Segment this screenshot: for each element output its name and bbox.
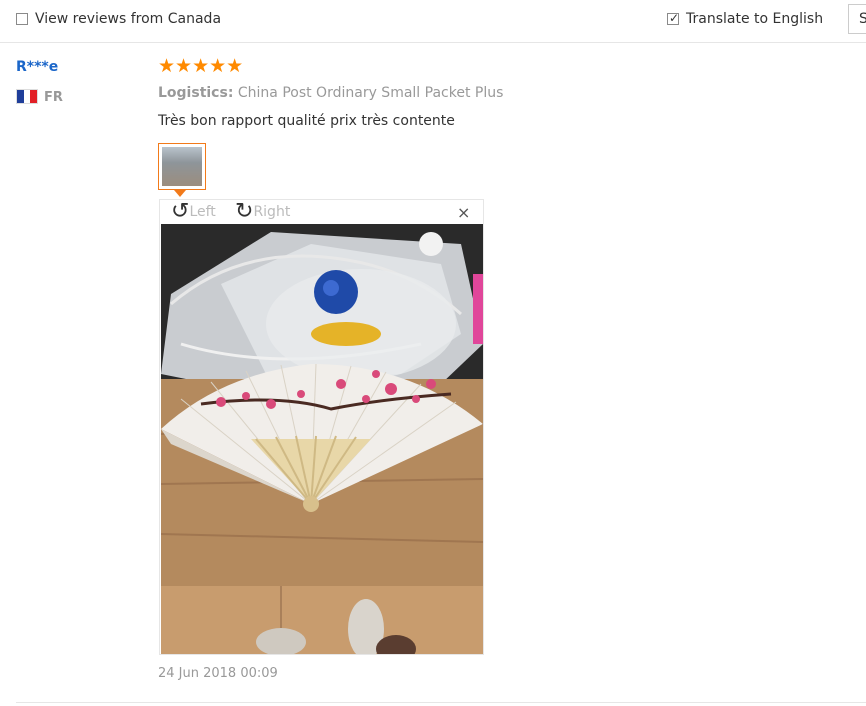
reviewer-country: FR <box>44 90 63 105</box>
thumbnail-image <box>162 147 202 186</box>
flag-stripe-blue <box>17 90 24 103</box>
logistics-info: Logistics: China Post Ordinary Small Pac… <box>158 85 503 101</box>
divider <box>16 702 866 703</box>
checkmark-icon: ✓ <box>668 11 680 25</box>
photo-viewer: ↺ Left ↻ Right × <box>159 199 484 655</box>
rotate-left-label: Left <box>189 204 216 220</box>
reviewer-name[interactable]: R***e <box>16 59 58 75</box>
rotate-right-button[interactable]: ↻ Right <box>235 199 291 224</box>
review-text: Très bon rapport qualité prix très conte… <box>158 113 455 129</box>
view-reviews-label[interactable]: View reviews from Canada <box>35 11 221 27</box>
rotate-left-icon: ↺ <box>171 199 190 224</box>
logistics-label: Logistics: <box>158 85 234 101</box>
sort-dropdown-label: S <box>859 11 866 27</box>
rotate-left-button[interactable]: ↺ Left <box>171 199 216 224</box>
translate-label[interactable]: Translate to English <box>686 11 823 27</box>
close-icon[interactable]: × <box>457 203 470 222</box>
star-rating: ★★★★★ <box>158 55 244 77</box>
sort-dropdown[interactable]: S <box>848 4 866 34</box>
flag-stripe-white <box>23 90 31 103</box>
rotate-right-icon: ↻ <box>235 199 254 224</box>
review-photo-thumbnail[interactable] <box>158 143 206 190</box>
review-photo-image <box>161 224 483 654</box>
translate-checkbox[interactable]: ✓ <box>667 11 680 25</box>
rotate-right-label: Right <box>253 204 291 220</box>
review-filter-bar: View reviews from Canada ✓ Translate to … <box>0 0 866 43</box>
review-date: 24 Jun 2018 00:09 <box>158 666 278 681</box>
country-flag-icon <box>16 89 38 104</box>
flag-stripe-red <box>30 90 38 103</box>
review-photo <box>161 224 483 654</box>
view-reviews-checkbox[interactable] <box>16 13 28 25</box>
thumbnail-pointer-icon <box>174 190 186 197</box>
logistics-value: China Post Ordinary Small Packet Plus <box>237 85 504 101</box>
